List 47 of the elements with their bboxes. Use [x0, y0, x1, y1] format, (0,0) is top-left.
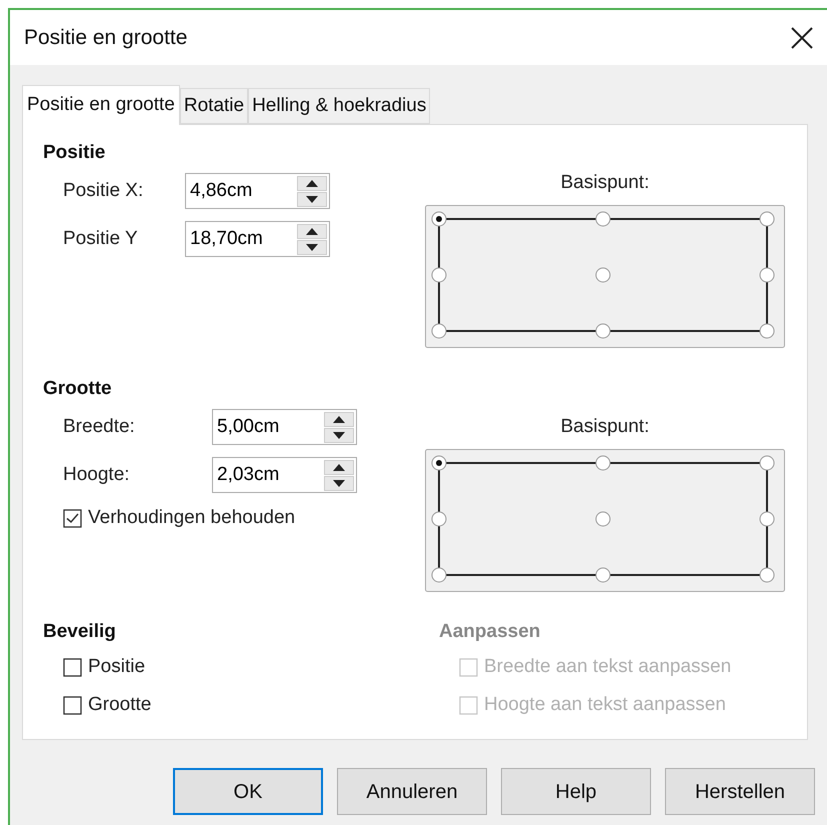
dialog-button[interactable]: OK: [173, 768, 323, 815]
radio-button[interactable]: [432, 512, 446, 526]
tab[interactable]: Positie en grootte: [22, 85, 180, 125]
radio-button[interactable]: [432, 324, 446, 338]
checkbox[interactable]: [63, 508, 82, 528]
radio-button[interactable]: [596, 456, 610, 470]
dialog-button[interactable]: Help: [501, 768, 651, 815]
radio-button[interactable]: [596, 568, 610, 582]
checkbox[interactable]: [63, 696, 82, 714]
radio-button[interactable]: [596, 324, 610, 338]
section-heading: Positie: [43, 141, 106, 165]
radio-button[interactable]: [596, 212, 610, 226]
field-label: Positie X:: [63, 178, 144, 203]
dialog-button[interactable]: Herstellen: [665, 768, 815, 815]
dialog-button[interactable]: Annuleren: [337, 768, 487, 815]
radio-button[interactable]: [432, 456, 446, 470]
checkbox[interactable]: [63, 658, 82, 676]
checkbox-label: Breedte aan tekst aanpassen: [484, 654, 732, 679]
radio-button[interactable]: [760, 568, 774, 582]
section-heading: Aanpassen: [439, 620, 542, 644]
radio-button[interactable]: [760, 456, 774, 470]
radio-button[interactable]: [432, 268, 446, 282]
radio-button[interactable]: [432, 568, 446, 582]
basis-point-selector[interactable]: [425, 205, 785, 348]
radio-button[interactable]: [760, 512, 774, 526]
radio-button[interactable]: [760, 324, 774, 338]
radio-button[interactable]: [596, 512, 610, 526]
radio-button[interactable]: [596, 268, 610, 282]
checkbox-label: Grootte: [88, 692, 152, 717]
checkbox-label: Verhoudingen behouden: [88, 506, 296, 530]
field-label: Hoogte:: [63, 462, 131, 487]
radio-button[interactable]: [432, 212, 446, 226]
checkbox-label: Positie: [88, 654, 146, 679]
field-label: Breedte:: [63, 414, 136, 439]
window-title: Positie en grootte: [24, 24, 188, 51]
section-heading: Beveilig: [43, 620, 117, 644]
tab[interactable]: Helling & hoekradius: [248, 88, 430, 124]
tab[interactable]: Rotatie: [180, 88, 248, 124]
checkbox-label: Hoogte aan tekst aanpassen: [484, 692, 726, 717]
basis-point-selector[interactable]: [425, 449, 785, 592]
section-heading: Grootte: [43, 377, 113, 401]
basis-point-label: Basispunt:: [560, 415, 650, 439]
field-label: Positie Y: [63, 226, 139, 251]
basis-point-label: Basispunt:: [560, 171, 650, 195]
radio-button[interactable]: [760, 268, 774, 282]
close-icon[interactable]: [791, 26, 813, 48]
radio-button[interactable]: [760, 212, 774, 226]
